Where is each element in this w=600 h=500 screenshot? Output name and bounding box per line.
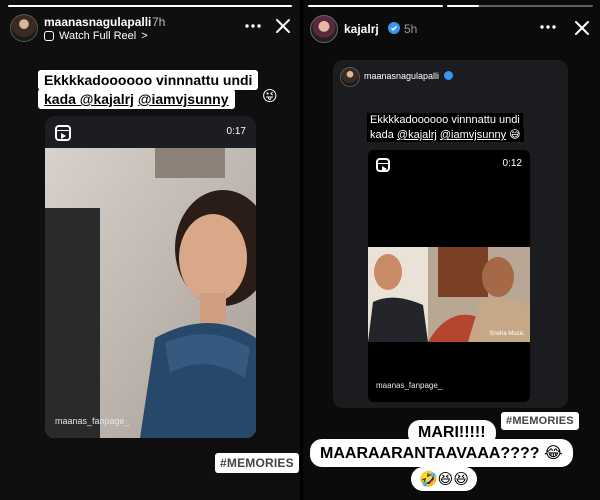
reel-card[interactable]: 0:17 maanas_fanpage_ — [45, 116, 256, 438]
close-icon[interactable] — [272, 15, 294, 37]
reel-author-handle[interactable]: maanas_fanpage_ — [376, 381, 442, 390]
shared-post-username[interactable]: maanasnagulapalli — [364, 71, 439, 81]
shared-post-avatar[interactable] — [340, 67, 360, 87]
avatar[interactable] — [10, 14, 38, 42]
mention-kajalrj[interactable]: @kajalrj — [397, 129, 437, 141]
more-dots-icon[interactable] — [538, 17, 558, 37]
story-text-line-2: MAARAARANTAAVAAA???? 😂 — [310, 439, 573, 467]
story-progress-segment-2 — [447, 5, 593, 7]
close-icon[interactable] — [571, 17, 593, 39]
story-text-line-2-emoji: 😂 — [543, 445, 563, 462]
story-right[interactable]: kajalrj 5h maanasnagulapalli Ekkkkadoooo… — [303, 0, 600, 500]
watch-full-reel-link[interactable]: Watch Full Reel > — [44, 30, 148, 42]
caption-line-2: kada @kajalrj @iamvjsunny — [38, 89, 235, 109]
story-progress-segment-1 — [308, 5, 443, 7]
more-dots-icon[interactable] — [243, 16, 263, 36]
caption-line-1: Ekkkkadoooooo vinnnattu undi — [38, 70, 259, 90]
mention-iamvjsunny[interactable]: @iamvjsunny — [138, 91, 229, 107]
shared-post-card[interactable]: maanasnagulapalli Ekkkkadoooooo vinnnatt… — [333, 60, 568, 408]
post-time: 5h — [404, 22, 418, 36]
username[interactable]: kajalrj — [344, 22, 379, 36]
reel-watermark: Sneha Music — [489, 331, 524, 337]
story-left[interactable]: maanasnagulapalli 7h Watch Full Reel > E… — [0, 0, 300, 500]
username[interactable]: maanasnagulapalli — [44, 15, 151, 29]
story-text-line-2-text: MAARAARANTAAVAAA???? — [320, 445, 540, 462]
shared-reel-card[interactable]: 0:12 Sneha Music maanas_fanpage_ — [368, 150, 530, 402]
caption-emoji: 😜 — [262, 88, 278, 105]
shared-caption-line-1: Ekkkkadoooooo vinnnattu undi — [367, 113, 523, 127]
hashtag-sticker[interactable]: #MEMORIES — [215, 453, 299, 473]
reel-icon — [376, 158, 390, 172]
reel-thumbnail: Sneha Music — [368, 247, 530, 342]
mention-iamvjsunny[interactable]: @iamvjsunny — [440, 129, 506, 141]
story-progress-bar — [8, 5, 292, 7]
shared-caption-line-2: kada @kajalrj @iamvjsunny 😅 — [367, 127, 524, 142]
hashtag-sticker[interactable]: #MEMORIES — [501, 412, 579, 430]
chevron-right-icon: > — [141, 30, 148, 42]
watch-full-reel-label: Watch Full Reel — [59, 30, 137, 42]
reel-icon — [55, 125, 71, 141]
verified-badge-icon — [444, 71, 453, 80]
story-text-line-3: 🤣😆😆 — [411, 467, 477, 491]
reel-author-handle[interactable]: maanas_fanpage_ — [55, 416, 130, 426]
mention-kajalrj[interactable]: kada @kajalrj — [44, 91, 134, 107]
shared-caption-emoji: 😅 — [509, 129, 521, 141]
reel-duration: 0:17 — [226, 126, 246, 137]
post-time: 7h — [152, 15, 166, 29]
avatar[interactable] — [310, 15, 338, 43]
reel-icon — [44, 31, 54, 41]
reel-duration: 0:12 — [502, 158, 522, 169]
verified-badge-icon — [388, 22, 400, 34]
reel-thumbnail — [45, 148, 256, 438]
shared-caption-prefix: kada — [370, 129, 394, 141]
